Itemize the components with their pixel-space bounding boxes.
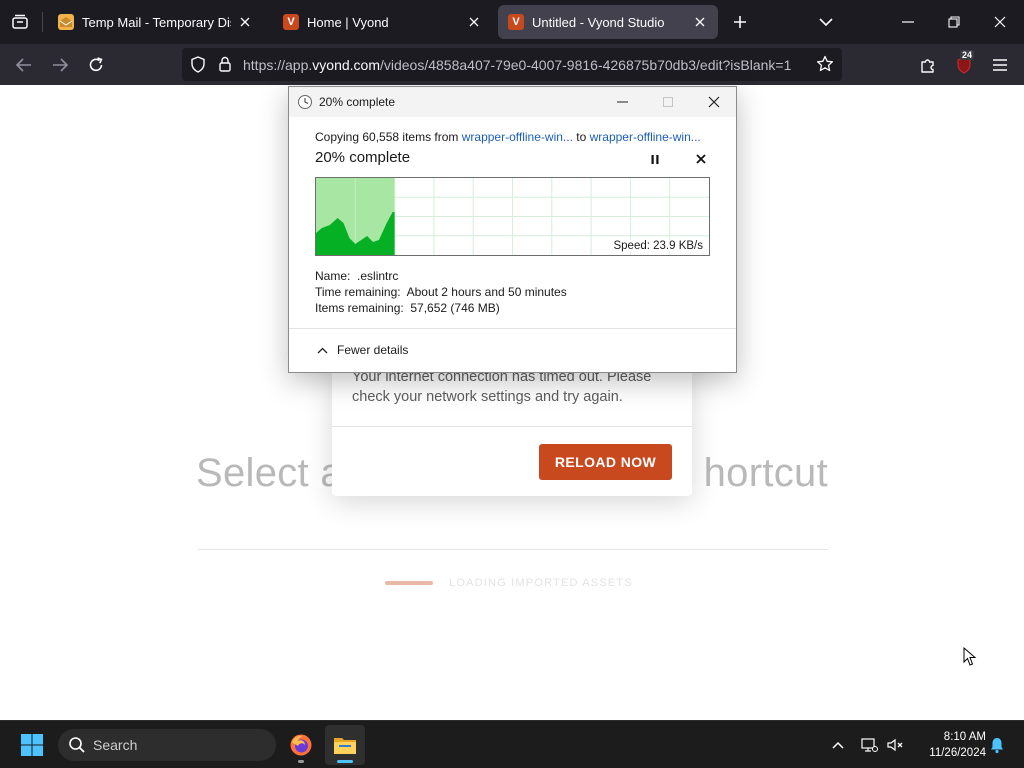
items-remaining-value: 57,652 (746 MB) [410,301,500,315]
loading-progress-bar [385,581,433,585]
bookmark-star-icon[interactable] [816,55,834,78]
extension-badge: 24 [960,50,975,60]
taskbar-clock[interactable]: 8:10 AM 11/26/2024 [912,729,986,761]
tab-list-icon[interactable] [4,8,36,36]
running-indicator [298,760,304,763]
url-bar[interactable]: https://app.vyond.com/videos/4858a407-79… [182,48,842,81]
taskbar-search-box[interactable]: Search [58,729,276,761]
reload-icon[interactable] [81,50,111,80]
fewer-details-label: Fewer details [337,343,409,357]
vyond-logo-icon: V [283,14,299,30]
source-folder-link[interactable]: wrapper-offline-win... [462,130,573,144]
time-remaining-row: Time remaining: About 2 hours and 50 min… [315,284,567,300]
timeout-message: Your internet connection has timed out. … [352,369,652,405]
restore-icon[interactable] [932,6,976,38]
tab-home-vyond[interactable]: V Home | Vyond [273,5,492,39]
fewer-details-button[interactable]: Fewer details [317,343,408,357]
search-icon [68,736,86,759]
clock-icon [297,94,313,115]
divider [332,426,692,427]
divider [198,549,828,550]
chevron-down-icon[interactable] [812,10,840,34]
url-prefix: https://app. [243,57,313,73]
transfer-speed: Speed: 23.9 KB/s [613,240,703,252]
vyond-logo-icon: V [508,14,524,30]
lock-icon[interactable] [218,56,232,77]
copy-prefix-text: Copying 60,558 items from [315,130,462,144]
firefox-taskbar-icon[interactable] [281,725,321,765]
show-hidden-icons-chevron-up-icon[interactable] [827,735,849,755]
cancel-copy-icon[interactable] [691,151,711,167]
shield-icon[interactable] [190,56,206,78]
window-close-icon[interactable] [978,6,1022,38]
copy-progress-dialog: 20% complete Copying 60,558 items from w… [288,86,737,373]
name-value: .eslintrc [357,269,399,283]
reload-now-button[interactable]: RELOAD NOW [539,444,672,480]
windows-taskbar: Search 8:10 AM 11/26/2024 [0,720,1024,768]
tab-temp-mail[interactable]: Temp Mail - Temporary Dispos [48,5,263,39]
chevron-up-icon [317,347,328,354]
browser-nav-bar: https://app.vyond.com/videos/4858a407-79… [0,44,1024,85]
forward-arrow-icon[interactable] [45,50,75,80]
tab-title: Untitled - Vyond Studio [532,14,665,30]
minimize-icon[interactable] [886,6,930,38]
close-icon[interactable] [699,87,729,117]
tab-vyond-studio[interactable]: V Untitled - Vyond Studio [498,5,718,39]
close-icon[interactable] [466,14,482,30]
network-status-icon[interactable] [858,735,880,755]
close-icon[interactable] [692,14,708,30]
active-indicator [337,760,353,763]
items-remaining-row: Items remaining: 57,652 (746 MB) [315,300,567,316]
url-path: /videos/4858a407-79e0-4007-9816-426875b7… [379,57,792,73]
minimize-icon[interactable] [607,87,637,117]
close-icon[interactable] [237,14,253,30]
transfer-speed-graph: Speed: 23.9 KB/s [315,177,710,256]
divider [289,328,736,329]
name-row: Name: .eslintrc [315,268,567,284]
dialog-title: 20% complete [319,95,396,109]
tab-title: Temp Mail - Temporary Dispos [82,14,231,30]
url-text[interactable]: https://app.vyond.com/videos/4858a407-79… [243,57,803,73]
clock-date: 11/26/2024 [929,747,986,759]
volume-muted-icon[interactable] [884,735,906,755]
file-explorer-taskbar-icon[interactable] [325,725,365,765]
maximize-icon [653,87,683,117]
loading-status-text: LOADING IMPORTED ASSETS [449,577,633,589]
extensions-puzzle-icon[interactable] [913,50,943,80]
time-remaining-label: Time remaining: [315,285,401,299]
pause-icon[interactable] [645,151,665,167]
new-tab-plus-icon[interactable] [726,10,754,34]
envelope-icon [58,14,74,30]
hamburger-menu-icon[interactable] [985,50,1015,80]
destination-folder-link[interactable]: wrapper-offline-win... [590,130,701,144]
background-heading-right: hortcut [703,451,828,495]
background-heading-left: Select a [196,451,343,495]
progress-heading: 20% complete [315,149,411,166]
search-placeholder: Search [93,737,138,753]
copy-details: Name: .eslintrc Time remaining: About 2 … [315,268,567,316]
browser-tab-bar: Temp Mail - Temporary Dispos V Home | Vy… [0,0,1024,44]
tab-title: Home | Vyond [307,14,389,30]
copy-to-text: to [572,130,590,144]
clock-time: 8:10 AM [943,731,986,743]
tab-separator [42,12,43,32]
mouse-pointer-icon [963,646,977,672]
copy-description: Copying 60,558 items from wrapper-offlin… [315,130,725,144]
windows-start-icon[interactable] [12,729,52,761]
dialog-title-bar[interactable]: 20% complete [289,87,736,117]
name-label: Name: [315,269,351,283]
time-remaining-value: About 2 hours and 50 minutes [406,285,567,299]
notification-bell-icon[interactable] [986,735,1008,755]
back-arrow-icon[interactable] [9,50,39,80]
items-remaining-label: Items remaining: [315,301,404,315]
url-domain: vyond.com [312,57,380,73]
